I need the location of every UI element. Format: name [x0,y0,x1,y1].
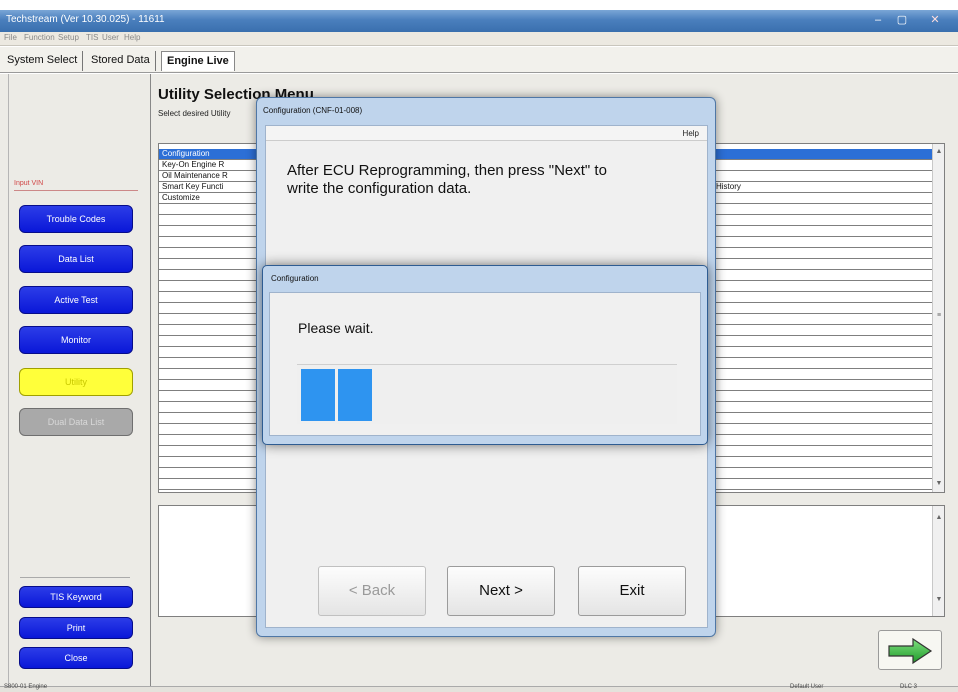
progress-bar-fill [301,369,681,421]
maximize-button[interactable]: ▢ [890,12,914,29]
menu-user[interactable]: User [102,33,119,42]
history-text: History [716,182,741,191]
help-menu[interactable]: Help [683,129,699,138]
tab-bar: System Select Stored Data Engine Live [0,47,958,73]
next-button[interactable]: Next > [447,566,555,616]
progress-dialog-body: Please wait. [269,292,701,436]
tis-keyword-button[interactable]: TIS Keyword [19,586,133,608]
menu-function[interactable]: Function [24,33,55,42]
utility-button[interactable]: Utility [19,368,133,396]
menu-setup[interactable]: Setup [58,33,79,42]
techstream-window: Techstream (Ver 10.30.025) - 11611 – ▢ ✕… [0,0,958,692]
dialog-title: Configuration (CNF-01-008) [263,106,363,115]
dual-data-list-button: Dual Data List [19,408,133,436]
print-button[interactable]: Print [19,617,133,639]
right-arrow-icon [888,637,933,665]
next-arrow-button[interactable] [878,630,942,670]
vin-divider [14,190,138,191]
trouble-codes-button[interactable]: Trouble Codes [19,205,133,233]
scroll-down-icon[interactable]: ▼ [933,480,944,487]
progress-bar [297,364,677,424]
left-border [8,74,9,686]
scroll-down-icon[interactable]: ▼ [933,596,945,603]
status-bar: S800-01 Engine Default User DLC 3 [0,684,958,692]
menu-bar: File Function Setup TIS User Help [0,32,958,46]
progress-message: Please wait. [298,320,374,336]
detail-scrollbar[interactable]: ▲ ▼ [932,506,944,616]
progress-block [301,369,335,421]
back-button[interactable]: < Back [318,566,426,616]
sidebar-divider [150,74,151,686]
title-bar: Techstream (Ver 10.30.025) - 11611 – ▢ ✕ [0,10,958,32]
progress-block [338,369,372,421]
dialog-help-bar: Help [266,126,707,141]
exit-button[interactable]: Exit [578,566,686,616]
close-button[interactable]: Close [19,647,133,669]
scroll-grip-icon[interactable]: ≡ [933,312,944,319]
progress-dialog-title: Configuration [271,274,319,283]
window-title: Techstream (Ver 10.30.025) - 11611 [6,14,165,25]
tab-system-select[interactable]: System Select [2,51,84,71]
data-list-button[interactable]: Data List [19,245,133,273]
list-item-smart-key-label: Smart Key Functi [162,182,224,191]
monitor-button[interactable]: Monitor [19,326,133,354]
status-user: Default User [790,684,824,690]
active-test-button[interactable]: Active Test [19,286,133,314]
dialog-message-line1: After ECU Reprogramming, then press "Nex… [287,162,607,179]
menu-tis[interactable]: TIS [86,33,98,42]
utility-menu-subtitle: Select desired Utility [158,109,231,118]
input-vin-link[interactable]: Input VIN [14,180,43,187]
status-dlc: DLC 3 [900,684,918,690]
list-scrollbar[interactable]: ▲ ≡ ▼ [932,144,944,492]
status-system: S800-01 Engine [4,684,48,690]
progress-dialog: Configuration Please wait. [262,265,708,445]
dialog-message-line2: write the configuration data. [287,180,472,197]
close-window-button[interactable]: ✕ [920,12,950,29]
menu-help[interactable]: Help [124,33,140,42]
minimize-button[interactable]: – [866,12,890,29]
scroll-up-icon[interactable]: ▲ [933,148,944,155]
scroll-up-icon[interactable]: ▲ [933,514,945,521]
menu-file[interactable]: File [4,33,17,42]
tab-engine-live[interactable]: Engine Live [161,51,235,71]
sidebar-separator [20,577,130,578]
tab-stored-data[interactable]: Stored Data [86,51,156,71]
